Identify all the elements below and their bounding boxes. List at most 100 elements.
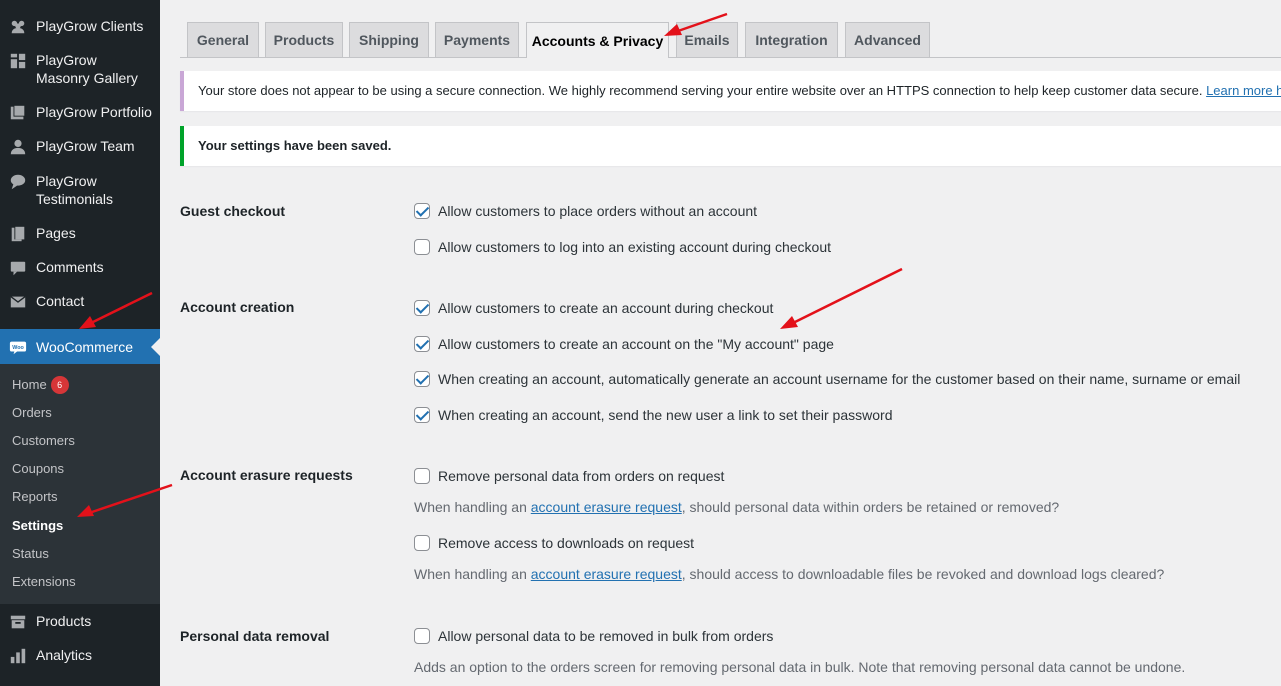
pages-icon (0, 224, 36, 243)
menu-label: PlayGrow Clients (36, 18, 144, 34)
submenu-reports[interactable]: Reports (12, 488, 58, 506)
submenu-coupons[interactable]: Coupons (12, 460, 64, 478)
option-label: Allow customers to log into an existing … (438, 239, 831, 255)
remove-order-data-checkbox[interactable] (414, 468, 430, 484)
submenu-home[interactable]: Home 6 (12, 376, 69, 394)
submenu-label: Orders (12, 405, 52, 420)
menu-label: Pages (36, 225, 76, 241)
bulk-remove-checkbox[interactable] (414, 628, 430, 644)
menu-item-comments[interactable]: Comments (0, 258, 160, 277)
guest-login-checkbox[interactable] (414, 239, 430, 255)
comment-icon (0, 258, 36, 277)
desc-text: When handling an (414, 566, 531, 582)
menu-item-playgrow-masonry-gallery[interactable]: PlayGrow Masonry Gallery (0, 51, 160, 87)
option-create-on-myaccount[interactable]: Allow customers to create an account on … (414, 336, 834, 352)
tab-accounts-privacy[interactable]: Accounts & Privacy (526, 22, 669, 58)
tab-emails[interactable]: Emails (676, 22, 738, 57)
menu-label: PlayGrow Team (36, 138, 135, 154)
option-label: Remove personal data from orders on requ… (438, 468, 725, 484)
tab-general[interactable]: General (187, 22, 259, 57)
learn-more-link[interactable]: Learn more here (1206, 83, 1281, 98)
menu-item-pages[interactable]: Pages (0, 224, 160, 243)
menu-label: WooCommerce (36, 338, 133, 355)
menu-item-playgrow-portfolio[interactable]: PlayGrow Portfolio (0, 103, 160, 122)
menu-item-contact[interactable]: Contact (0, 292, 160, 311)
bar-chart-icon (0, 646, 36, 665)
personal-data-removal-label: Personal data removal (180, 628, 330, 644)
option-guest-login[interactable]: Allow customers to log into an existing … (414, 239, 831, 255)
submenu-customers[interactable]: Customers (12, 432, 75, 450)
menu-item-playgrow-testimonials[interactable]: PlayGrow Testimonials (0, 172, 160, 208)
desc-text: , should personal data within orders be … (681, 499, 1060, 515)
generate-username-checkbox[interactable] (414, 371, 430, 387)
menu-item-woocommerce[interactable]: Woo WooCommerce (0, 329, 160, 364)
menu-label: Contact (36, 293, 85, 309)
menu-label: PlayGrow Masonry Gallery (36, 52, 138, 86)
send-password-link-checkbox[interactable] (414, 407, 430, 423)
annotation-arrow-myaccount (780, 267, 903, 329)
tab-integration[interactable]: Integration (745, 22, 838, 57)
option-label: When creating an account, automatically … (438, 371, 1241, 387)
active-caret (151, 337, 160, 356)
submenu-label: Home (12, 377, 47, 392)
menu-item-products[interactable]: Products (0, 612, 160, 631)
submenu-label: Reports (12, 489, 58, 504)
option-generate-username[interactable]: When creating an account, automatically … (414, 371, 1240, 387)
admin-sidebar: PlayGrow Clients PlayGrow Masonry Galler… (0, 0, 160, 686)
option-bulk-remove[interactable]: Allow personal data to be removed in bul… (414, 628, 773, 644)
menu-label: Analytics (36, 647, 93, 663)
tabs-divider (180, 57, 1281, 58)
option-label: When creating an account, send the new u… (438, 407, 893, 423)
option-remove-downloads[interactable]: Remove access to downloads on request (414, 535, 694, 551)
option-remove-order-data[interactable]: Remove personal data from orders on requ… (414, 468, 724, 484)
option-guest-orders[interactable]: Allow customers to place orders without … (414, 203, 757, 219)
notice-text: Your store does not appear to be using a… (198, 83, 1203, 98)
create-on-myaccount-checkbox[interactable] (414, 336, 430, 352)
tab-shipping[interactable]: Shipping (349, 22, 429, 57)
tab-payments[interactable]: Payments (435, 22, 519, 57)
option-create-at-checkout[interactable]: Allow customers to create an account dur… (414, 300, 773, 316)
option-label: Allow customers to create an account dur… (438, 300, 774, 316)
woocommerce-submenu: Home 6 Orders Customers Coupons Reports S… (0, 364, 160, 604)
erasure-request-link[interactable]: account erasure request (531, 499, 682, 515)
remove-downloads-description: When handling an account erasure request… (414, 566, 1164, 582)
portfolio-icon (0, 103, 36, 122)
menu-item-playgrow-team[interactable]: PlayGrow Team (0, 137, 160, 156)
option-label: Allow personal data to be removed in bul… (438, 628, 774, 644)
secure-connection-notice: Your store does not appear to be using a… (180, 71, 1281, 111)
woo-icon: Woo (0, 337, 36, 356)
guest-orders-checkbox[interactable] (414, 203, 430, 219)
menu-item-playgrow-clients[interactable]: PlayGrow Clients (0, 17, 160, 36)
mail-icon (0, 292, 36, 311)
submenu-orders[interactable]: Orders (12, 404, 52, 422)
submenu-label: Coupons (12, 461, 65, 476)
tab-products[interactable]: Products (265, 22, 343, 57)
erasure-requests-label: Account erasure requests (180, 467, 353, 483)
notification-badge: 6 (50, 376, 69, 394)
menu-label: PlayGrow Testimonials (36, 173, 114, 207)
desc-text: , should access to downloadable files be… (681, 566, 1165, 582)
option-send-password-link[interactable]: When creating an account, send the new u… (414, 407, 892, 423)
submenu-settings[interactable]: Settings (12, 517, 63, 535)
account-creation-label: Account creation (180, 299, 295, 315)
submenu-extensions[interactable]: Extensions (12, 573, 76, 591)
submenu-label: Settings (12, 518, 64, 533)
person-icon (0, 137, 36, 156)
archive-icon (0, 612, 36, 631)
grid-icon (0, 51, 36, 70)
menu-item-analytics[interactable]: Analytics (0, 646, 160, 665)
option-label: Allow customers to create an account on … (438, 336, 834, 352)
users-icon (0, 17, 36, 36)
menu-label: Products (36, 613, 92, 629)
chat-icon (0, 172, 36, 191)
settings-saved-notice: Your settings have been saved. (180, 126, 1281, 166)
erasure-request-link[interactable]: account erasure request (531, 566, 682, 582)
guest-checkout-label: Guest checkout (180, 203, 286, 219)
submenu-status[interactable]: Status (12, 545, 49, 563)
remove-downloads-checkbox[interactable] (414, 535, 430, 551)
tab-advanced[interactable]: Advanced (845, 22, 930, 57)
desc-text: When handling an (414, 499, 531, 515)
create-at-checkout-checkbox[interactable] (414, 300, 430, 316)
menu-label: PlayGrow Portfolio (36, 104, 152, 120)
menu-label: Comments (36, 259, 104, 275)
